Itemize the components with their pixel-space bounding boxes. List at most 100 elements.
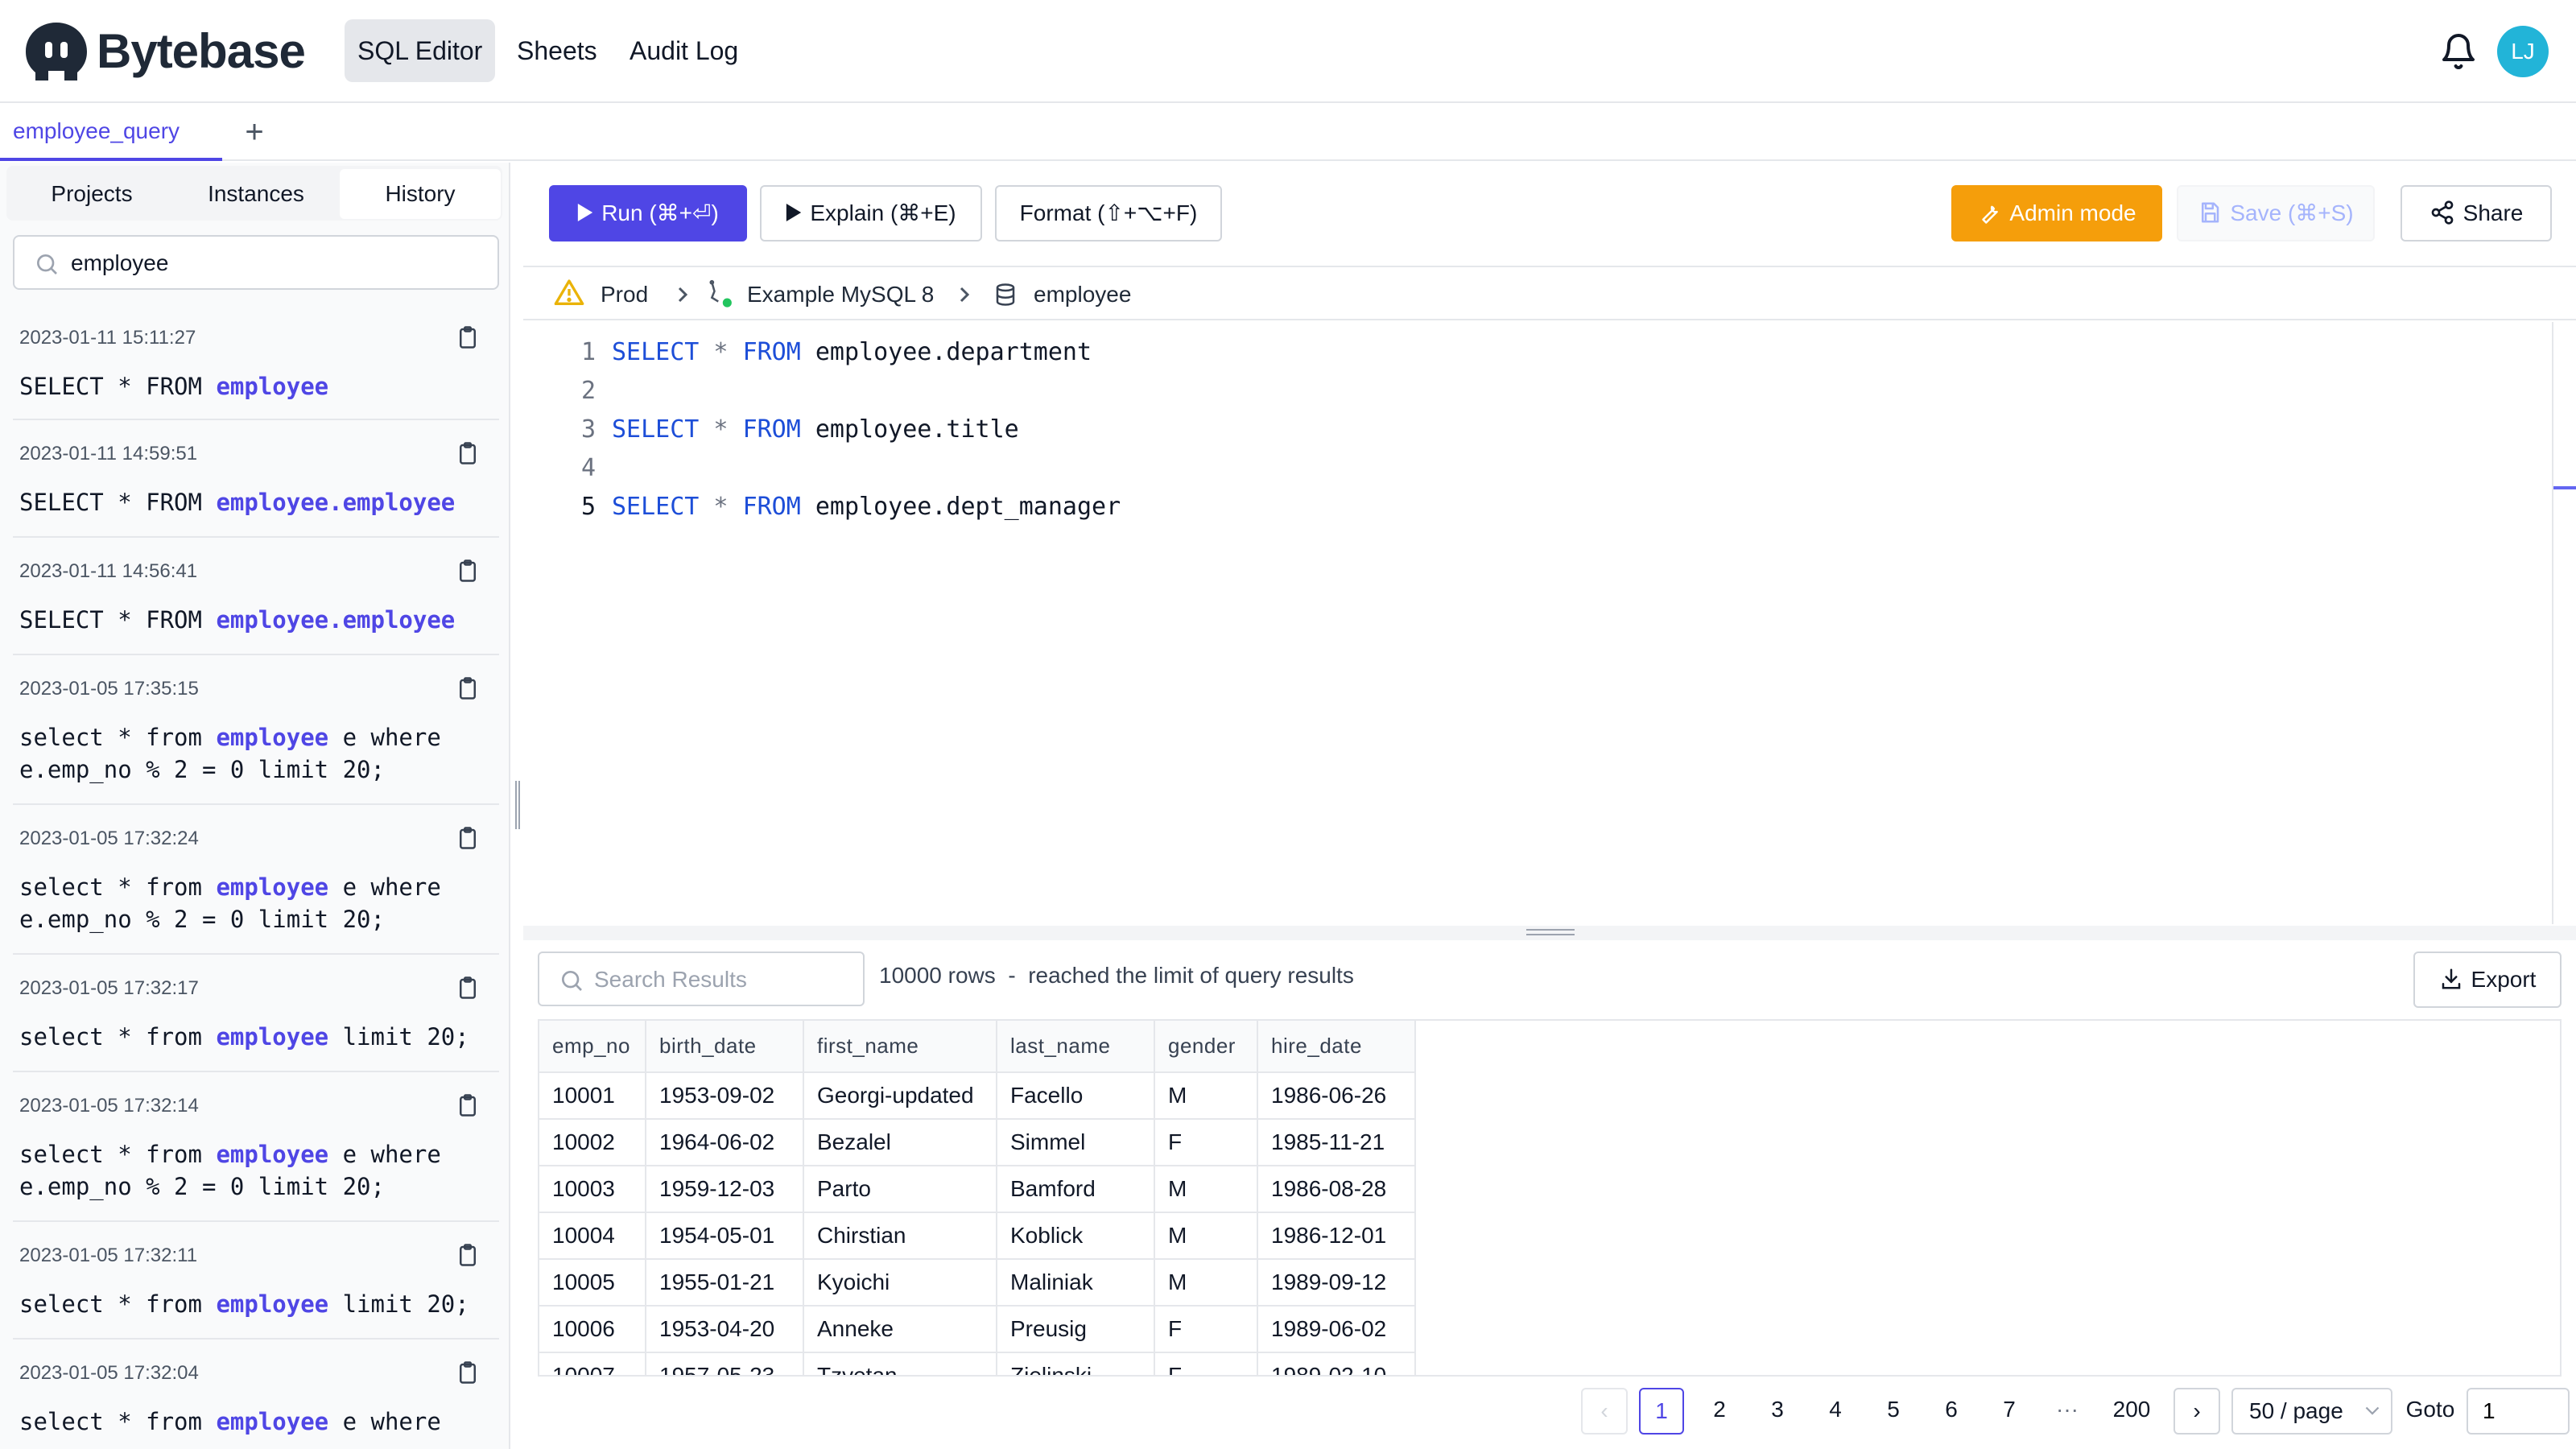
nav-sheets[interactable]: Sheets <box>504 19 610 82</box>
table-cell[interactable]: 1955-01-21 <box>646 1259 804 1307</box>
bytebase-logo-icon[interactable] <box>24 21 89 82</box>
share-button[interactable]: Share <box>2401 185 2552 242</box>
column-header[interactable]: first_name <box>803 1021 997 1073</box>
table-cell[interactable]: 1989-02-10 <box>1257 1352 1416 1375</box>
results-search-input[interactable] <box>594 961 852 998</box>
table-cell[interactable]: F <box>1154 1352 1258 1375</box>
table-cell[interactable]: 1957-05-23 <box>646 1352 804 1375</box>
column-header[interactable]: last_name <box>997 1021 1155 1073</box>
page-6[interactable]: 6 <box>1929 1388 1974 1435</box>
table-cell[interactable]: Simmel <box>997 1119 1155 1166</box>
breadcrumb-instance[interactable]: Example MySQL 8 <box>747 277 934 312</box>
goto-page-input[interactable] <box>2467 1388 2570 1435</box>
clipboard-icon[interactable] <box>456 440 480 467</box>
table-cell[interactable]: 10005 <box>539 1259 646 1307</box>
brand-name[interactable]: Bytebase <box>97 23 306 80</box>
code-line[interactable]: SELECT * FROM employee.dept_manager <box>612 493 1121 521</box>
history-item[interactable]: 2023-01-05 17:35:15 select * from employ… <box>13 655 499 805</box>
sidebar-resize-handle[interactable] <box>515 781 520 829</box>
sidebar-tab-projects[interactable]: Projects <box>11 169 172 219</box>
table-cell[interactable]: 10004 <box>539 1212 646 1260</box>
table-cell[interactable]: 10001 <box>539 1072 646 1120</box>
results-table-container[interactable]: emp_no birth_date first_name last_name g… <box>538 1019 2562 1377</box>
nav-sql-editor[interactable]: SQL Editor <box>345 19 496 82</box>
format-button[interactable]: Format (⇧+⌥+F) <box>995 185 1222 242</box>
history-item[interactable]: 2023-01-05 17:32:04 select * from employ… <box>13 1340 499 1449</box>
editor-scrollbar-track[interactable] <box>2552 322 2553 924</box>
table-cell[interactable]: Bamford <box>997 1166 1155 1213</box>
editor-results-resize-handle[interactable] <box>523 926 2576 940</box>
history-item[interactable]: 2023-01-05 17:32:11 select * from employ… <box>13 1222 499 1340</box>
clipboard-icon[interactable] <box>456 1241 480 1269</box>
save-button[interactable]: Save (⌘+S) <box>2177 185 2375 242</box>
table-cell[interactable]: 10006 <box>539 1306 646 1353</box>
history-item[interactable]: 2023-01-11 14:59:51 SELECT * FROM employ… <box>13 420 499 538</box>
code-line[interactable]: SELECT * FROM employee.title <box>612 415 1019 444</box>
breadcrumb-database[interactable]: employee <box>1034 277 1131 312</box>
table-cell[interactable]: 1986-08-28 <box>1257 1166 1416 1213</box>
clipboard-icon[interactable] <box>456 557 480 584</box>
sql-editor[interactable]: 1 SELECT * FROM employee.department 2 3 … <box>523 322 2552 924</box>
page-4[interactable]: 4 <box>1813 1388 1858 1435</box>
table-cell[interactable]: Kyoichi <box>803 1259 997 1307</box>
clipboard-icon[interactable] <box>456 675 480 702</box>
next-page-button[interactable]: › <box>2174 1388 2220 1435</box>
column-header[interactable]: hire_date <box>1257 1021 1416 1073</box>
user-avatar[interactable]: LJ <box>2497 26 2549 77</box>
column-header[interactable]: birth_date <box>646 1021 804 1073</box>
admin-mode-button[interactable]: Admin mode <box>1951 185 2162 242</box>
prev-page-button[interactable]: ‹ <box>1581 1388 1628 1435</box>
table-cell[interactable]: F <box>1154 1306 1258 1353</box>
clipboard-icon[interactable] <box>456 974 480 1001</box>
table-cell[interactable]: Koblick <box>997 1212 1155 1260</box>
table-cell[interactable]: 1964-06-02 <box>646 1119 804 1166</box>
table-cell[interactable]: 1953-09-02 <box>646 1072 804 1120</box>
page-200[interactable]: 200 <box>2101 1388 2162 1435</box>
column-header[interactable]: gender <box>1154 1021 1258 1073</box>
clipboard-icon[interactable] <box>456 824 480 852</box>
table-cell[interactable]: Facello <box>997 1072 1155 1120</box>
nav-audit-log[interactable]: Audit Log <box>617 19 751 82</box>
table-cell[interactable]: 1989-09-12 <box>1257 1259 1416 1307</box>
table-cell[interactable]: Georgi-updated <box>803 1072 997 1120</box>
page-7[interactable]: 7 <box>1987 1388 2032 1435</box>
run-button[interactable]: Run (⌘+⏎) <box>549 185 747 242</box>
table-cell[interactable]: 1986-06-26 <box>1257 1072 1416 1120</box>
table-cell[interactable]: 1959-12-03 <box>646 1166 804 1213</box>
breadcrumb-environment[interactable]: Prod <box>601 277 648 312</box>
table-cell[interactable]: 1953-04-20 <box>646 1306 804 1353</box>
table-cell[interactable]: 1989-06-02 <box>1257 1306 1416 1353</box>
table-cell[interactable]: Bezalel <box>803 1119 997 1166</box>
page-size-select[interactable]: 50 / page <box>2231 1388 2392 1435</box>
page-2[interactable]: 2 <box>1697 1388 1742 1435</box>
history-item[interactable]: 2023-01-11 15:11:27 SELECT * FROM employ… <box>13 304 499 420</box>
notification-bell-icon[interactable] <box>2439 32 2478 71</box>
history-item[interactable]: 2023-01-05 17:32:14 select * from employ… <box>13 1072 499 1222</box>
table-cell[interactable]: 1985-11-21 <box>1257 1119 1416 1166</box>
clipboard-icon[interactable] <box>456 324 480 351</box>
history-item[interactable]: 2023-01-11 14:56:41 SELECT * FROM employ… <box>13 538 499 655</box>
history-search-input[interactable] <box>71 245 489 282</box>
page-3[interactable]: 3 <box>1755 1388 1800 1435</box>
add-tab-button[interactable]: + <box>233 111 275 153</box>
clipboard-icon[interactable] <box>456 1092 480 1119</box>
table-cell[interactable]: M <box>1154 1212 1258 1260</box>
history-item[interactable]: 2023-01-05 17:32:17 select * from employ… <box>13 955 499 1072</box>
table-cell[interactable]: 10007 <box>539 1352 646 1375</box>
table-cell[interactable]: 10003 <box>539 1166 646 1213</box>
page-ellipsis[interactable]: ··· <box>2045 1388 2090 1435</box>
table-cell[interactable]: M <box>1154 1166 1258 1213</box>
export-button[interactable]: Export <box>2413 952 2562 1008</box>
page-1[interactable]: 1 <box>1639 1388 1684 1435</box>
history-item[interactable]: 2023-01-05 17:32:24 select * from employ… <box>13 805 499 955</box>
tab-employee-query[interactable]: employee_query <box>0 105 222 161</box>
table-cell[interactable]: 10002 <box>539 1119 646 1166</box>
sidebar-tab-history[interactable]: History <box>340 169 501 219</box>
table-cell[interactable]: Preusig <box>997 1306 1155 1353</box>
code-line[interactable]: SELECT * FROM employee.department <box>612 338 1092 366</box>
explain-button[interactable]: Explain (⌘+E) <box>760 185 982 242</box>
sidebar-tab-instances[interactable]: Instances <box>175 169 336 219</box>
column-header[interactable]: emp_no <box>539 1021 646 1073</box>
table-cell[interactable]: M <box>1154 1259 1258 1307</box>
table-cell[interactable]: Tzvetan <box>803 1352 997 1375</box>
